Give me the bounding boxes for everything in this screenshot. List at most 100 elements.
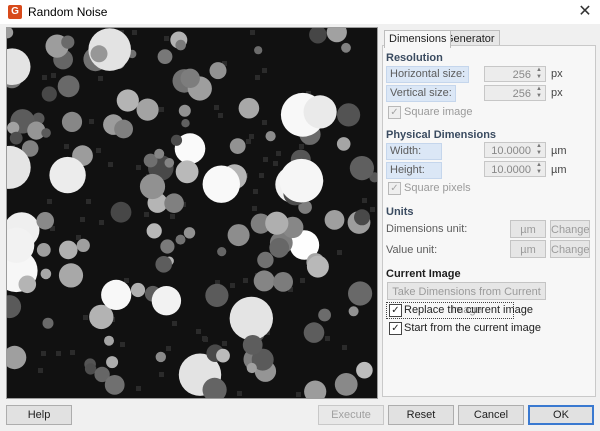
noise-particle	[209, 62, 227, 80]
spin-arrows-icon[interactable]: ▲ ▼	[534, 162, 544, 176]
height-label: Height:	[386, 162, 442, 179]
noise-speck	[273, 161, 278, 166]
take-dimensions-button[interactable]: Take Dimensions from Current Image	[387, 282, 546, 316]
square-image-checkbox[interactable]: ✓	[388, 106, 401, 119]
tab-dimensions[interactable]: Dimensions	[384, 30, 452, 48]
noise-particle	[164, 193, 184, 213]
noise-particle	[254, 46, 263, 55]
noise-speck	[83, 315, 88, 320]
noise-speck	[362, 198, 367, 203]
start-from-current-image-checkbox[interactable]: ✓	[389, 322, 402, 335]
noise-particle	[104, 335, 114, 346]
noise-particle	[42, 317, 54, 329]
value-unit-change-button[interactable]: Change	[550, 240, 590, 258]
noise-speck	[56, 351, 61, 356]
noise-particle	[253, 270, 275, 292]
noise-particle	[324, 210, 345, 230]
noise-particle	[257, 251, 274, 269]
noise-speck	[159, 372, 164, 377]
height-input[interactable]: 10.0000 ▲ ▼	[484, 161, 546, 177]
noise-speck	[38, 368, 43, 373]
noise-speck	[222, 341, 227, 346]
noise-speck	[250, 30, 255, 35]
noise-particle	[279, 158, 324, 203]
horizontal-size-unit: px	[551, 68, 563, 80]
noise-particle	[40, 268, 52, 280]
noise-particle	[58, 263, 84, 288]
reset-button[interactable]: Reset	[388, 405, 454, 425]
noise-speck	[230, 283, 235, 288]
close-icon[interactable]: ✕	[576, 3, 594, 21]
noise-speck	[196, 329, 201, 334]
noise-speck	[124, 278, 129, 283]
square-pixels-checkbox[interactable]: ✓	[388, 182, 401, 195]
noise-particle	[146, 223, 162, 239]
noise-speck	[237, 391, 242, 396]
noise-speck	[337, 250, 342, 255]
noise-particle	[183, 227, 196, 239]
cancel-button[interactable]: Cancel	[458, 405, 524, 425]
noise-particle	[229, 296, 273, 341]
noise-particle	[354, 209, 370, 226]
noise-particle	[116, 89, 139, 112]
vertical-size-label: Vertical size:	[386, 85, 456, 102]
noise-speck	[42, 75, 47, 80]
spin-arrows-icon[interactable]: ▲ ▼	[534, 67, 544, 81]
dimensions-unit-field[interactable]: µm	[510, 220, 546, 238]
width-input[interactable]: 10.0000 ▲ ▼	[484, 142, 546, 158]
noise-speck	[325, 336, 330, 341]
noise-particle	[76, 238, 90, 252]
dimensions-unit-change-button[interactable]: Change	[550, 220, 590, 238]
noise-particle	[36, 243, 51, 257]
noise-particle	[348, 306, 359, 317]
noise-particle	[318, 308, 331, 322]
replace-current-image-checkbox[interactable]: ✓	[389, 304, 402, 317]
noise-speck	[263, 157, 268, 162]
noise-speck	[89, 119, 94, 124]
noise-speck	[164, 36, 169, 41]
noise-speck	[166, 346, 171, 351]
noise-particle	[265, 211, 289, 235]
vertical-size-unit: px	[551, 87, 563, 99]
resolution-heading: Resolution	[386, 52, 443, 64]
window-title: Random Noise	[28, 5, 108, 19]
noise-speck	[96, 148, 101, 153]
noise-particle	[348, 281, 373, 306]
noise-particle	[114, 119, 133, 139]
noise-particle	[136, 98, 159, 121]
noise-speck	[159, 107, 164, 112]
ok-button[interactable]: OK	[528, 405, 594, 425]
execute-button[interactable]: Execute	[318, 405, 384, 425]
noise-particle	[49, 156, 86, 194]
random-noise-dialog: G Random Noise ✕ Dimensions Generator Re…	[0, 0, 600, 431]
value-unit-field[interactable]: µm	[510, 240, 546, 258]
horizontal-size-label: Horizontal size:	[386, 66, 470, 83]
vertical-size-input[interactable]: 256 ▲ ▼	[484, 85, 546, 101]
noise-particle	[303, 322, 325, 343]
noise-particle	[175, 39, 186, 51]
noise-particle	[265, 131, 276, 142]
noise-particle	[217, 247, 227, 257]
noise-speck	[136, 386, 141, 391]
noise-speck	[370, 207, 375, 212]
noise-preview	[0, 22, 380, 403]
spin-arrows-icon[interactable]: ▲ ▼	[534, 143, 544, 157]
noise-speck	[253, 189, 258, 194]
noise-speck	[249, 134, 254, 139]
noise-speck	[47, 199, 52, 204]
spin-arrows-icon[interactable]: ▲ ▼	[534, 86, 544, 100]
noise-particle	[155, 351, 166, 363]
help-button[interactable]: Help	[6, 405, 72, 425]
noise-particle	[202, 165, 240, 203]
noise-speck	[259, 173, 264, 178]
current-image-heading: Current Image	[386, 268, 461, 280]
noise-particle	[90, 45, 108, 63]
noise-particle	[238, 97, 260, 119]
noise-particle	[154, 148, 165, 159]
noise-particle	[229, 138, 246, 154]
horizontal-size-input[interactable]: 256 ▲ ▼	[484, 66, 546, 82]
physical-dimensions-heading: Physical Dimensions	[386, 129, 497, 141]
noise-particle	[130, 282, 146, 298]
noise-particle	[178, 104, 191, 117]
noise-particle	[337, 103, 361, 127]
